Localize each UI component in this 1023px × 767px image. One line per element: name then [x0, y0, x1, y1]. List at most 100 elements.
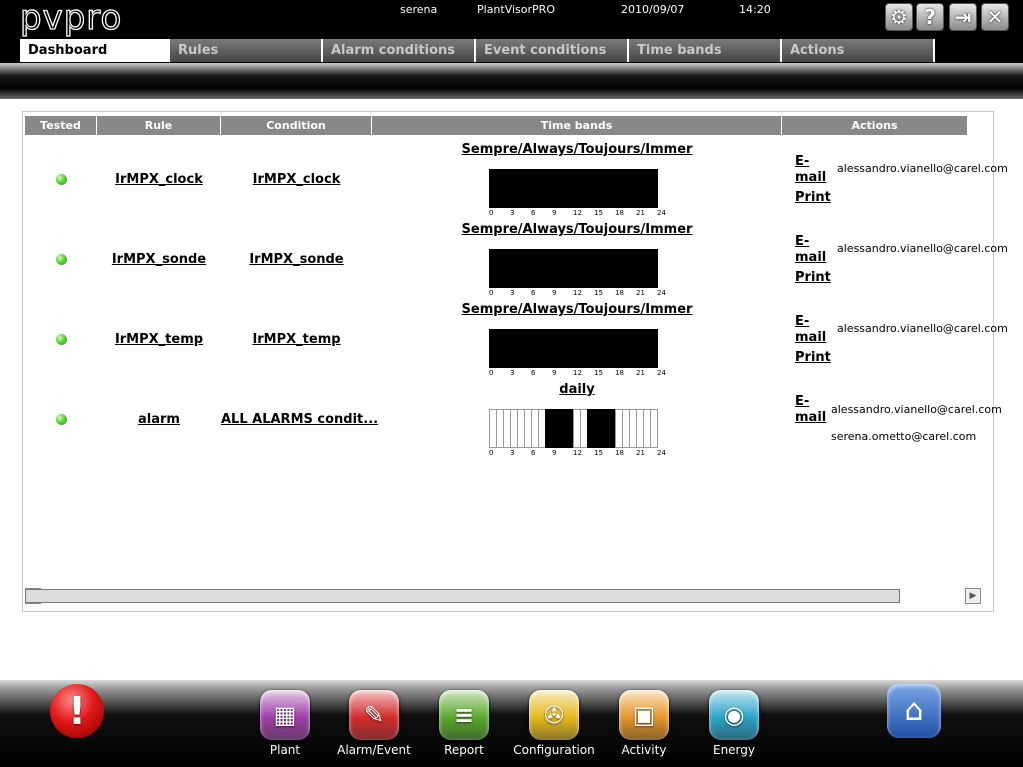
plant-icon-glyph: ▦ — [273, 701, 297, 729]
condition-link[interactable]: IrMPX_clock — [221, 172, 372, 187]
email-action-link[interactable]: E-mail — [795, 234, 826, 266]
home-icon[interactable]: ⌂ — [887, 684, 941, 738]
email-action-link[interactable]: E-mail — [795, 314, 826, 346]
dock-label[interactable]: Activity — [599, 743, 689, 757]
column-header-actions: Actions — [782, 116, 967, 135]
current-time: 14:20 — [739, 3, 771, 16]
alarm-icon[interactable]: ! — [50, 684, 104, 738]
time-band-tick-label: 18 — [615, 289, 624, 297]
time-band-tick-label: 9 — [552, 289, 557, 297]
time-band-name-link[interactable]: Sempre/Always/Toujours/Immer — [460, 222, 694, 237]
email-recipient: serena.ometto@carel.com — [831, 430, 977, 443]
time-band-tick-label: 18 — [615, 369, 624, 377]
time-band-tick-label: 12 — [573, 369, 582, 377]
report-icon-glyph: ≡ — [453, 701, 475, 729]
time-band-tick-label: 21 — [636, 449, 645, 457]
column-header-condition: Condition — [221, 116, 372, 135]
time-band-tick-label: 24 — [657, 369, 666, 377]
close-icon[interactable]: ✕ — [981, 3, 1009, 31]
condition-link[interactable]: IrMPX_sonde — [221, 252, 372, 267]
time-band-tick-label: 21 — [636, 289, 645, 297]
time-band-tick-label: 15 — [594, 449, 603, 457]
email-action-link[interactable]: E-mail — [795, 394, 826, 426]
current-date: 2010/09/07 — [621, 3, 685, 16]
time-band-hour-slot — [650, 249, 658, 288]
alarm-event-icon-glyph: ✎ — [363, 701, 385, 729]
email-recipient: alessandro.vianello@carel.com — [837, 322, 1008, 335]
dock-label[interactable]: Energy — [689, 743, 779, 757]
energy-icon-glyph: ◉ — [723, 701, 745, 729]
tab-event-conditions[interactable]: Event conditions — [476, 39, 629, 62]
time-band-hour-slot — [650, 409, 658, 448]
time-band-name-link[interactable]: daily — [460, 382, 694, 397]
time-band-tick-label: 12 — [573, 289, 582, 297]
tab-rules[interactable]: Rules — [170, 39, 323, 62]
time-band-tick-label: 0 — [489, 449, 494, 457]
time-band-tick-label: 24 — [657, 209, 666, 217]
print-action-link[interactable]: Print — [795, 350, 831, 366]
time-band-tick-label: 3 — [510, 209, 515, 217]
time-band-tick-label: 6 — [531, 289, 536, 297]
dock-label[interactable]: Configuration — [509, 743, 599, 757]
print-action-link[interactable]: Print — [795, 270, 831, 286]
time-band-name-link[interactable]: Sempre/Always/Toujours/Immer — [460, 142, 694, 157]
rule-link[interactable]: IrMPX_temp — [97, 332, 221, 347]
tools-icon[interactable]: ⚙ — [885, 3, 913, 31]
plant-icon[interactable]: ▦ — [260, 690, 310, 740]
rule-link[interactable]: alarm — [97, 412, 221, 427]
current-user: serena — [400, 3, 438, 16]
time-band-tick-label: 21 — [636, 209, 645, 217]
dock-label[interactable]: Report — [419, 743, 509, 757]
horizontal-scrollbar[interactable] — [25, 589, 900, 603]
rule-link[interactable]: IrMPX_clock — [97, 172, 221, 187]
time-band-axis: 0 3 6 9 12 15 18 21 24 — [489, 449, 669, 458]
activity-icon-glyph: ▣ — [632, 701, 656, 729]
time-band-tick-label: 12 — [573, 209, 582, 217]
time-band-tick-label: 6 — [531, 449, 536, 457]
tested-status-led — [56, 334, 67, 345]
time-band-tick-label: 6 — [531, 209, 536, 217]
time-band-name-link[interactable]: Sempre/Always/Toujours/Immer — [460, 302, 694, 317]
column-header-tested: Tested — [25, 116, 97, 135]
dock-label[interactable]: Plant — [240, 743, 330, 757]
time-band-chart: 0 3 6 9 12 15 18 21 24 — [489, 249, 666, 297]
scroll-right-button[interactable]: ▶ — [965, 588, 981, 604]
time-band-axis: 0 3 6 9 12 15 18 21 24 — [489, 209, 669, 218]
time-band-tick-label: 12 — [573, 449, 582, 457]
tab-alarm-conditions[interactable]: Alarm conditions — [323, 39, 476, 62]
time-band-tick-label: 3 — [510, 449, 515, 457]
tested-status-led — [56, 414, 67, 425]
column-header-time-bands: Time bands — [372, 116, 782, 135]
energy-icon[interactable]: ◉ — [709, 690, 759, 740]
time-band-tick-label: 0 — [489, 289, 494, 297]
rule-link[interactable]: IrMPX_sonde — [97, 252, 221, 267]
help-icon[interactable]: ? — [916, 3, 944, 31]
print-action-link[interactable]: Print — [795, 190, 831, 206]
time-band-tick-label: 21 — [636, 369, 645, 377]
dock-label[interactable]: Alarm/Event — [329, 743, 419, 757]
tab-dashboard[interactable]: Dashboard — [20, 39, 170, 62]
email-action-link[interactable]: E-mail — [795, 154, 826, 186]
tab-actions[interactable]: Actions — [782, 39, 935, 62]
condition-link[interactable]: IrMPX_temp — [221, 332, 372, 347]
email-recipient: alessandro.vianello@carel.com — [837, 242, 1008, 255]
time-band-tick-label: 0 — [489, 209, 494, 217]
time-band-tick-label: 3 — [510, 369, 515, 377]
report-icon[interactable]: ≡ — [439, 690, 489, 740]
time-band-tick-label: 24 — [657, 449, 666, 457]
configuration-icon[interactable]: ✇ — [529, 690, 579, 740]
time-band-tick-label: 18 — [615, 449, 624, 457]
time-band-axis: 0 3 6 9 12 15 18 21 24 — [489, 289, 669, 298]
alarm-event-icon[interactable]: ✎ — [349, 690, 399, 740]
time-band-tick-label: 9 — [552, 209, 557, 217]
tab-time-bands[interactable]: Time bands — [629, 39, 782, 62]
email-recipient: alessandro.vianello@carel.com — [837, 162, 1008, 175]
tested-status-led — [56, 174, 67, 185]
time-band-chart: 0 3 6 9 12 15 18 21 24 — [489, 329, 666, 377]
time-band-tick-label: 24 — [657, 289, 666, 297]
condition-link[interactable]: ALL ALARMS condit... — [221, 412, 378, 427]
logout-icon[interactable]: ⇥ — [949, 3, 977, 31]
time-band-tick-label: 6 — [531, 369, 536, 377]
activity-icon[interactable]: ▣ — [619, 690, 669, 740]
time-band-tick-label: 9 — [552, 369, 557, 377]
